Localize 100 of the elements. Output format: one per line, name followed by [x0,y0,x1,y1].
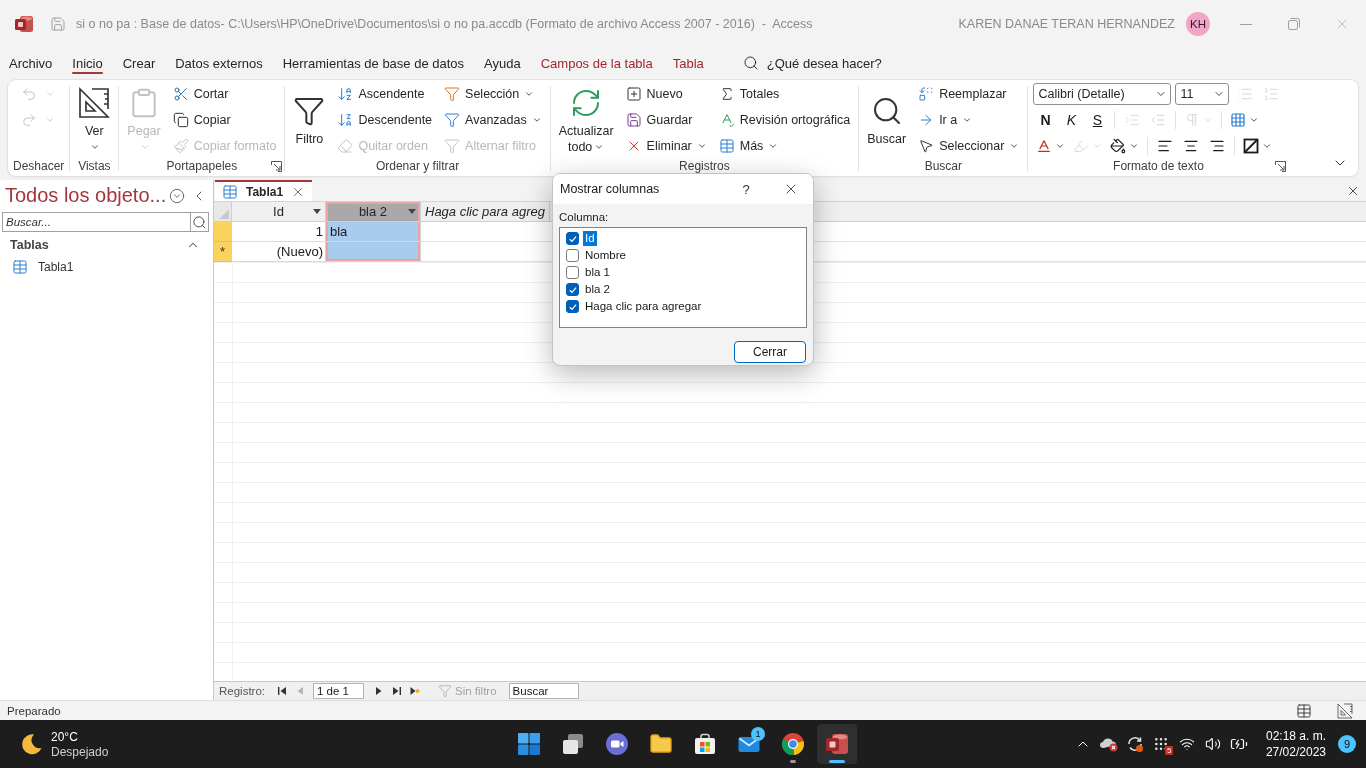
column-header[interactable]: Id [232,202,326,222]
column-header[interactable]: Haga clic para agreg [421,202,550,222]
dialog-launcher-button[interactable] [1275,161,1287,172]
help-button[interactable]: ? [735,178,757,200]
ribbon-button[interactable]: Filtro [290,81,329,157]
checkbox[interactable] [566,266,579,279]
menu-tab[interactable]: Tabla [665,48,711,78]
menu-tab[interactable]: Inicio [65,48,110,78]
checkbox[interactable] [566,249,579,262]
record-label: Registro: [219,685,266,697]
ribbon-button[interactable]: Eliminar [622,133,710,159]
ribbon-button[interactable]: Nuevo [622,81,710,107]
tell-me-field[interactable]: ¿Qué desea hacer? [766,55,907,71]
clock-time: 02:18 a. m. [1265,729,1326,743]
ribbon-button[interactable]: Totales [715,81,854,107]
ribbon-button[interactable]: Ir a [915,107,1023,133]
weather-widget[interactable]: 20°C Despejado [0,724,109,764]
highlighter-icon [1073,138,1090,154]
column-option[interactable]: bla 1 [583,265,612,280]
close-dialog-button[interactable]: Cerrar [734,341,806,363]
shopping-bag-icon [693,732,717,756]
nav-pane-title[interactable]: Todos los objeto... [5,184,167,207]
align-left-icon [1157,138,1174,154]
grid-icon [1230,112,1247,128]
copy-icon [172,112,189,128]
caret-icon [1055,141,1066,151]
menu-tab[interactable]: Ayuda [477,48,528,78]
ribbon-button[interactable]: Copiar [169,107,280,133]
tray-icon-button[interactable]: 5 [1149,728,1172,760]
weather-condition: Despejado [51,744,109,759]
ribbon-button[interactable]: Actualizar todo [555,81,617,157]
plus-square-icon [625,86,642,102]
ribbon-button[interactable]: Buscar [864,81,910,157]
taskbar-app-button[interactable]: 1 [729,724,769,764]
ribbon-button[interactable]: Más [715,133,854,159]
row-selector[interactable]: * [214,242,232,262]
nav-group-header[interactable]: Tablas [0,234,213,256]
ribbon-button[interactable]: Reemplazar [915,81,1023,107]
dialog-launcher-button[interactable] [271,161,283,172]
nav-menu-button[interactable] [169,187,185,204]
ribbon-button[interactable]: Seleccionar [915,133,1023,159]
checkbox[interactable] [566,283,579,296]
menu-tab[interactable]: Campos de la tabla [533,48,660,78]
ribbon-button[interactable]: Revisión ortográfica [715,107,854,133]
font-size-select[interactable]: 11 [1175,83,1230,105]
caret-icon [1249,115,1260,125]
ribbon-button[interactable]: Avanzadas [441,107,545,133]
ribbon-button[interactable]: Ver [75,81,114,157]
datasheet-view-button[interactable] [1294,701,1314,720]
ribbon-button[interactable]: Ascendente [334,81,436,107]
format-button[interactable]: K [1059,109,1084,131]
clock-date: 27/02/2023 [1265,745,1326,759]
pointer-icon [918,138,935,154]
search-field[interactable]: Buscar... [2,212,190,232]
caret-icon [1203,115,1214,125]
four-squares-icon [517,732,541,756]
user-avatar[interactable]: KH [1186,12,1210,36]
ribbon-button[interactable]: Descendente [334,107,436,133]
group-label: Formato de texto [1113,159,1204,173]
record-search-field[interactable]: Buscar [508,683,579,699]
ribbon-button[interactable]: Cortar [169,81,280,107]
notification-badge[interactable]: 9 [1338,735,1356,753]
format-button[interactable]: N [1033,109,1058,131]
replace-icon [918,86,935,102]
menu-tab[interactable]: Crear [115,48,163,78]
checkmark-icon [568,235,577,242]
caret-icon [962,115,973,125]
wifi-icon [1178,736,1195,752]
menu-tab[interactable]: Archivo [2,48,60,78]
column-option[interactable]: Haga clic para agregar [583,299,704,314]
font-select[interactable]: Calibri (Detalle) [1033,83,1172,105]
document-tab[interactable]: Tabla1 [215,180,313,201]
funnel-icon [444,86,461,102]
menu-tab[interactable]: Datos externos [168,48,270,78]
folder-icon [649,732,673,756]
undo-icon [21,86,37,102]
checkbox[interactable] [566,232,579,245]
ribbon-button[interactable]: Guardar [622,107,710,133]
column-option[interactable]: Nombre [583,248,628,263]
column-option[interactable]: bla 2 [583,282,612,297]
group-label: Ordenar y filtrar [375,159,460,173]
ribbon-button[interactable]: Selección [441,81,545,107]
checkbox[interactable] [566,300,579,313]
search-button[interactable] [190,212,209,232]
column-header[interactable]: bla 2 [326,202,421,222]
caret-icon [531,115,542,125]
nav-item[interactable]: Tabla1 [0,256,213,278]
format-button[interactable]: S [1085,109,1110,131]
group-label: Vistas [78,159,111,173]
taskbar-app-button[interactable] [817,724,857,764]
search-icon [742,55,759,71]
caret-icon [696,141,707,151]
table-cell: (Nuevo) [232,242,326,262]
bullet-list-icon [1237,86,1254,102]
menu-tab[interactable]: Herramientas de base de datos [275,48,472,78]
column-option[interactable]: Id [583,231,597,246]
overlapping-windows-icon [561,732,585,756]
design-view-button[interactable] [1335,701,1355,720]
caret-icon [1129,141,1140,151]
record-position-field[interactable]: 1 de 1 [313,683,365,699]
